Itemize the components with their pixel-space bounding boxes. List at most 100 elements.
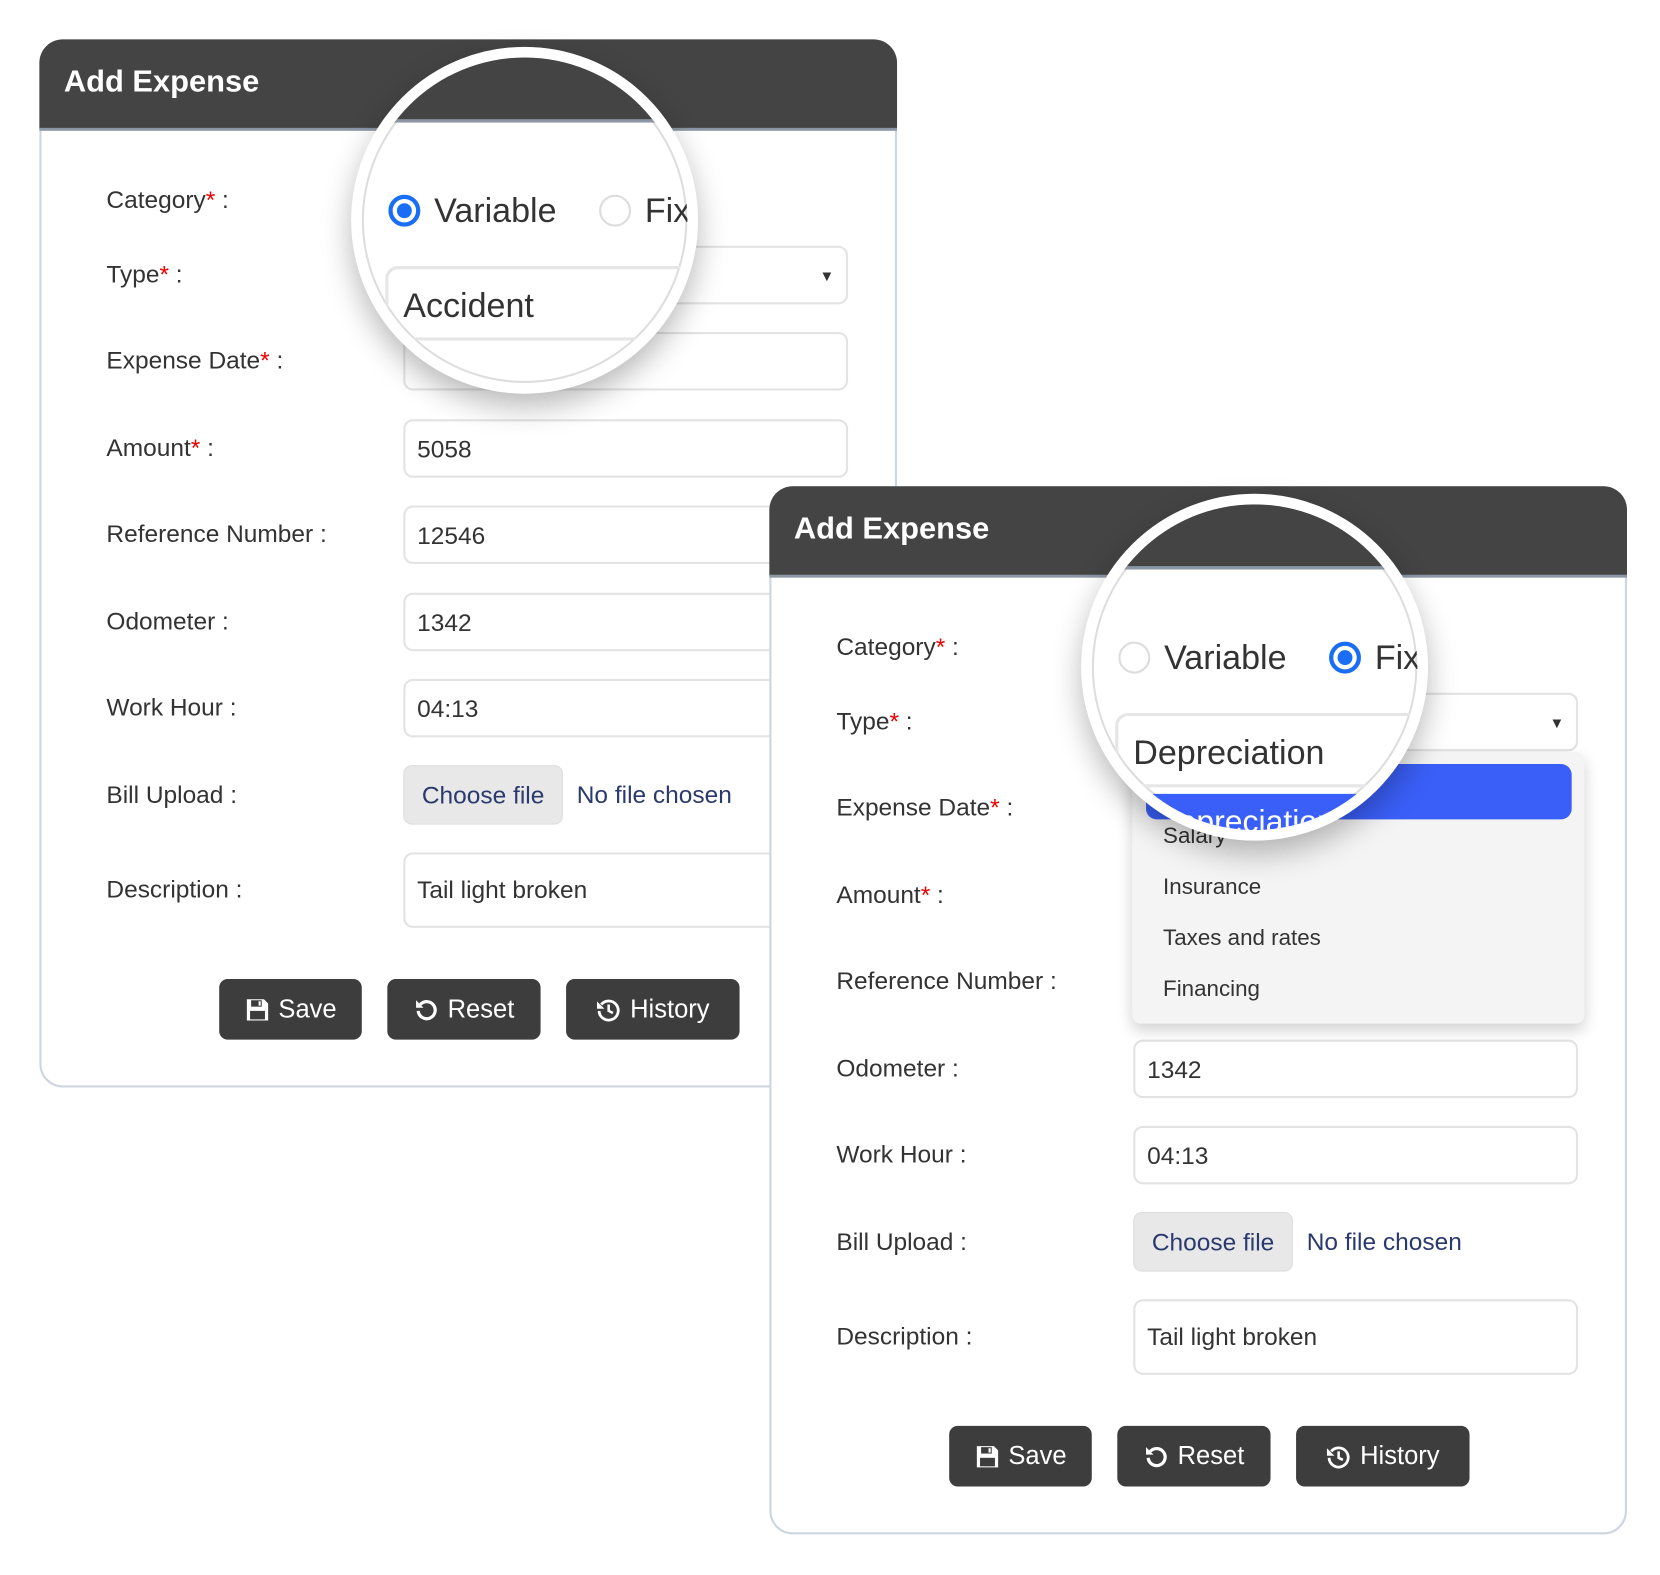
radio-fix-label: Fix [1374,637,1421,677]
reference-number-label: Reference Number : [106,520,326,549]
label-colon: : [169,260,183,288]
bill-upload-label-text: Bill Upload [106,780,224,809]
history-button[interactable]: History [566,978,740,1040]
panel-title: Add Expense [793,511,990,546]
type-label: Type* : [836,707,912,736]
work-hour-label-text: Work Hour [836,1140,953,1168]
history-button[interactable]: History [1296,1425,1470,1487]
required-asterisk: * [920,880,931,909]
floppy-disk-icon [244,997,270,1023]
required-asterisk: * [190,433,201,462]
type-label: Type* : [106,260,182,289]
history-button-label: History [630,994,710,1024]
work-hour-label: Work Hour : [836,1140,966,1169]
label-colon: : [898,707,913,735]
history-button-label: History [1360,1441,1440,1471]
chevron-down-icon[interactable]: ▼ [1549,714,1564,731]
work-hour-label-text: Work Hour [106,693,223,721]
reset-button-label: Reset [1177,1441,1245,1471]
magnified-header [361,57,688,123]
description-label: Description : [106,875,242,904]
bill-upload-label-text: Bill Upload [836,1227,954,1256]
expense-date-label: Expense Date* : [836,793,1013,822]
label-colon: : [930,880,944,909]
description-textarea[interactable]: Tail light broken [1133,1299,1579,1375]
required-asterisk: * [935,632,946,661]
radio-variable-label: Variable [434,191,557,230]
save-button-label: Save [1008,1441,1067,1471]
odometer-label-text: Odometer [836,1053,946,1082]
history-icon [596,997,622,1023]
type-label-text: Type [836,707,890,735]
floppy-disk-icon [974,1443,1000,1469]
description-label-text: Description [106,875,229,903]
odometer-input[interactable]: 1342 [1133,1039,1579,1099]
amount-label-text: Amount [106,433,191,462]
radio-fix-label: Fix [644,191,691,230]
reset-button-label: Reset [447,994,515,1024]
label-colon: : [313,519,327,548]
magnified-type-value: Depreciation [1115,712,1418,788]
category-label: Category* : [836,633,958,662]
category-label-text: Category [106,185,206,214]
description-label: Description : [836,1322,972,1351]
reset-icon [1144,1443,1170,1469]
amount-label-text: Amount [836,880,921,909]
file-status: No file chosen [1306,1227,1462,1256]
radio-variable-label: Variable [1164,637,1287,677]
radio-fix[interactable] [599,194,632,227]
reset-button[interactable]: Reset [1117,1425,1271,1487]
dropdown-option[interactable]: Insurance [1163,875,1261,901]
chevron-down-icon[interactable]: ▼ [820,267,835,284]
label-colon: : [215,185,229,214]
label-colon: : [945,632,959,661]
label-colon: : [200,433,214,462]
save-button-label: Save [278,994,337,1024]
type-label-text: Type [106,260,160,288]
category-label-text: Category [836,632,936,661]
work-hour-input[interactable]: 04:13 [1133,1125,1579,1185]
bill-upload-label: Bill Upload : [106,781,237,810]
choose-file-button[interactable]: Choose file [1133,1212,1293,1272]
label-colon: : [952,1140,967,1168]
magnifier-lens: Variable Fix Accident [351,46,699,394]
category-label: Category* : [106,186,228,215]
label-colon: : [223,780,238,809]
radio-fix[interactable] [1329,641,1361,674]
stage: Add Expense Category* : Type* : ▼ Expense Da… [0,0,1660,1575]
label-colon: : [1043,966,1057,995]
required-asterisk: * [205,185,216,214]
save-button[interactable]: Save [949,1425,1092,1487]
expense-date-label-text: Expense Date [836,793,991,821]
save-button[interactable]: Save [219,978,362,1040]
dropdown-option[interactable]: Financing [1163,977,1260,1003]
magnifier-lens: Variable Fix Depreciation Depreciation [1081,493,1429,841]
choose-file-button[interactable]: Choose file [403,765,563,825]
label-colon: : [269,346,284,375]
required-asterisk: * [159,260,170,288]
radio-variable[interactable] [388,194,421,227]
label-colon: : [958,1322,973,1350]
odometer-label-text: Odometer [106,607,216,635]
panel-title: Add Expense [63,64,260,99]
magnified-type-value: Accident [385,266,688,341]
work-hour-label: Work Hour : [106,693,236,722]
file-status: No file chosen [576,780,732,809]
expense-date-label-text: Expense Date [106,346,261,375]
expense-date-label: Expense Date* : [106,346,283,375]
amount-input[interactable]: 5058 [403,419,849,478]
odometer-label: Odometer : [106,607,228,636]
reference-number-label-text: Reference Number [106,519,314,548]
magnified-header [1091,504,1418,570]
reset-button[interactable]: Reset [387,978,541,1040]
label-colon: : [999,793,1014,821]
reset-icon [414,997,440,1023]
dropdown-option[interactable]: Taxes and rates [1163,926,1321,952]
add-expense-panel: Add Expense Category* : Type* : ▼ Expense Da… [769,486,1628,1535]
label-colon: : [215,607,229,635]
radio-variable[interactable] [1118,641,1151,674]
label-colon: : [222,693,237,721]
label-colon: : [945,1053,959,1082]
odometer-label: Odometer : [836,1054,958,1083]
description-label-text: Description [836,1322,959,1350]
